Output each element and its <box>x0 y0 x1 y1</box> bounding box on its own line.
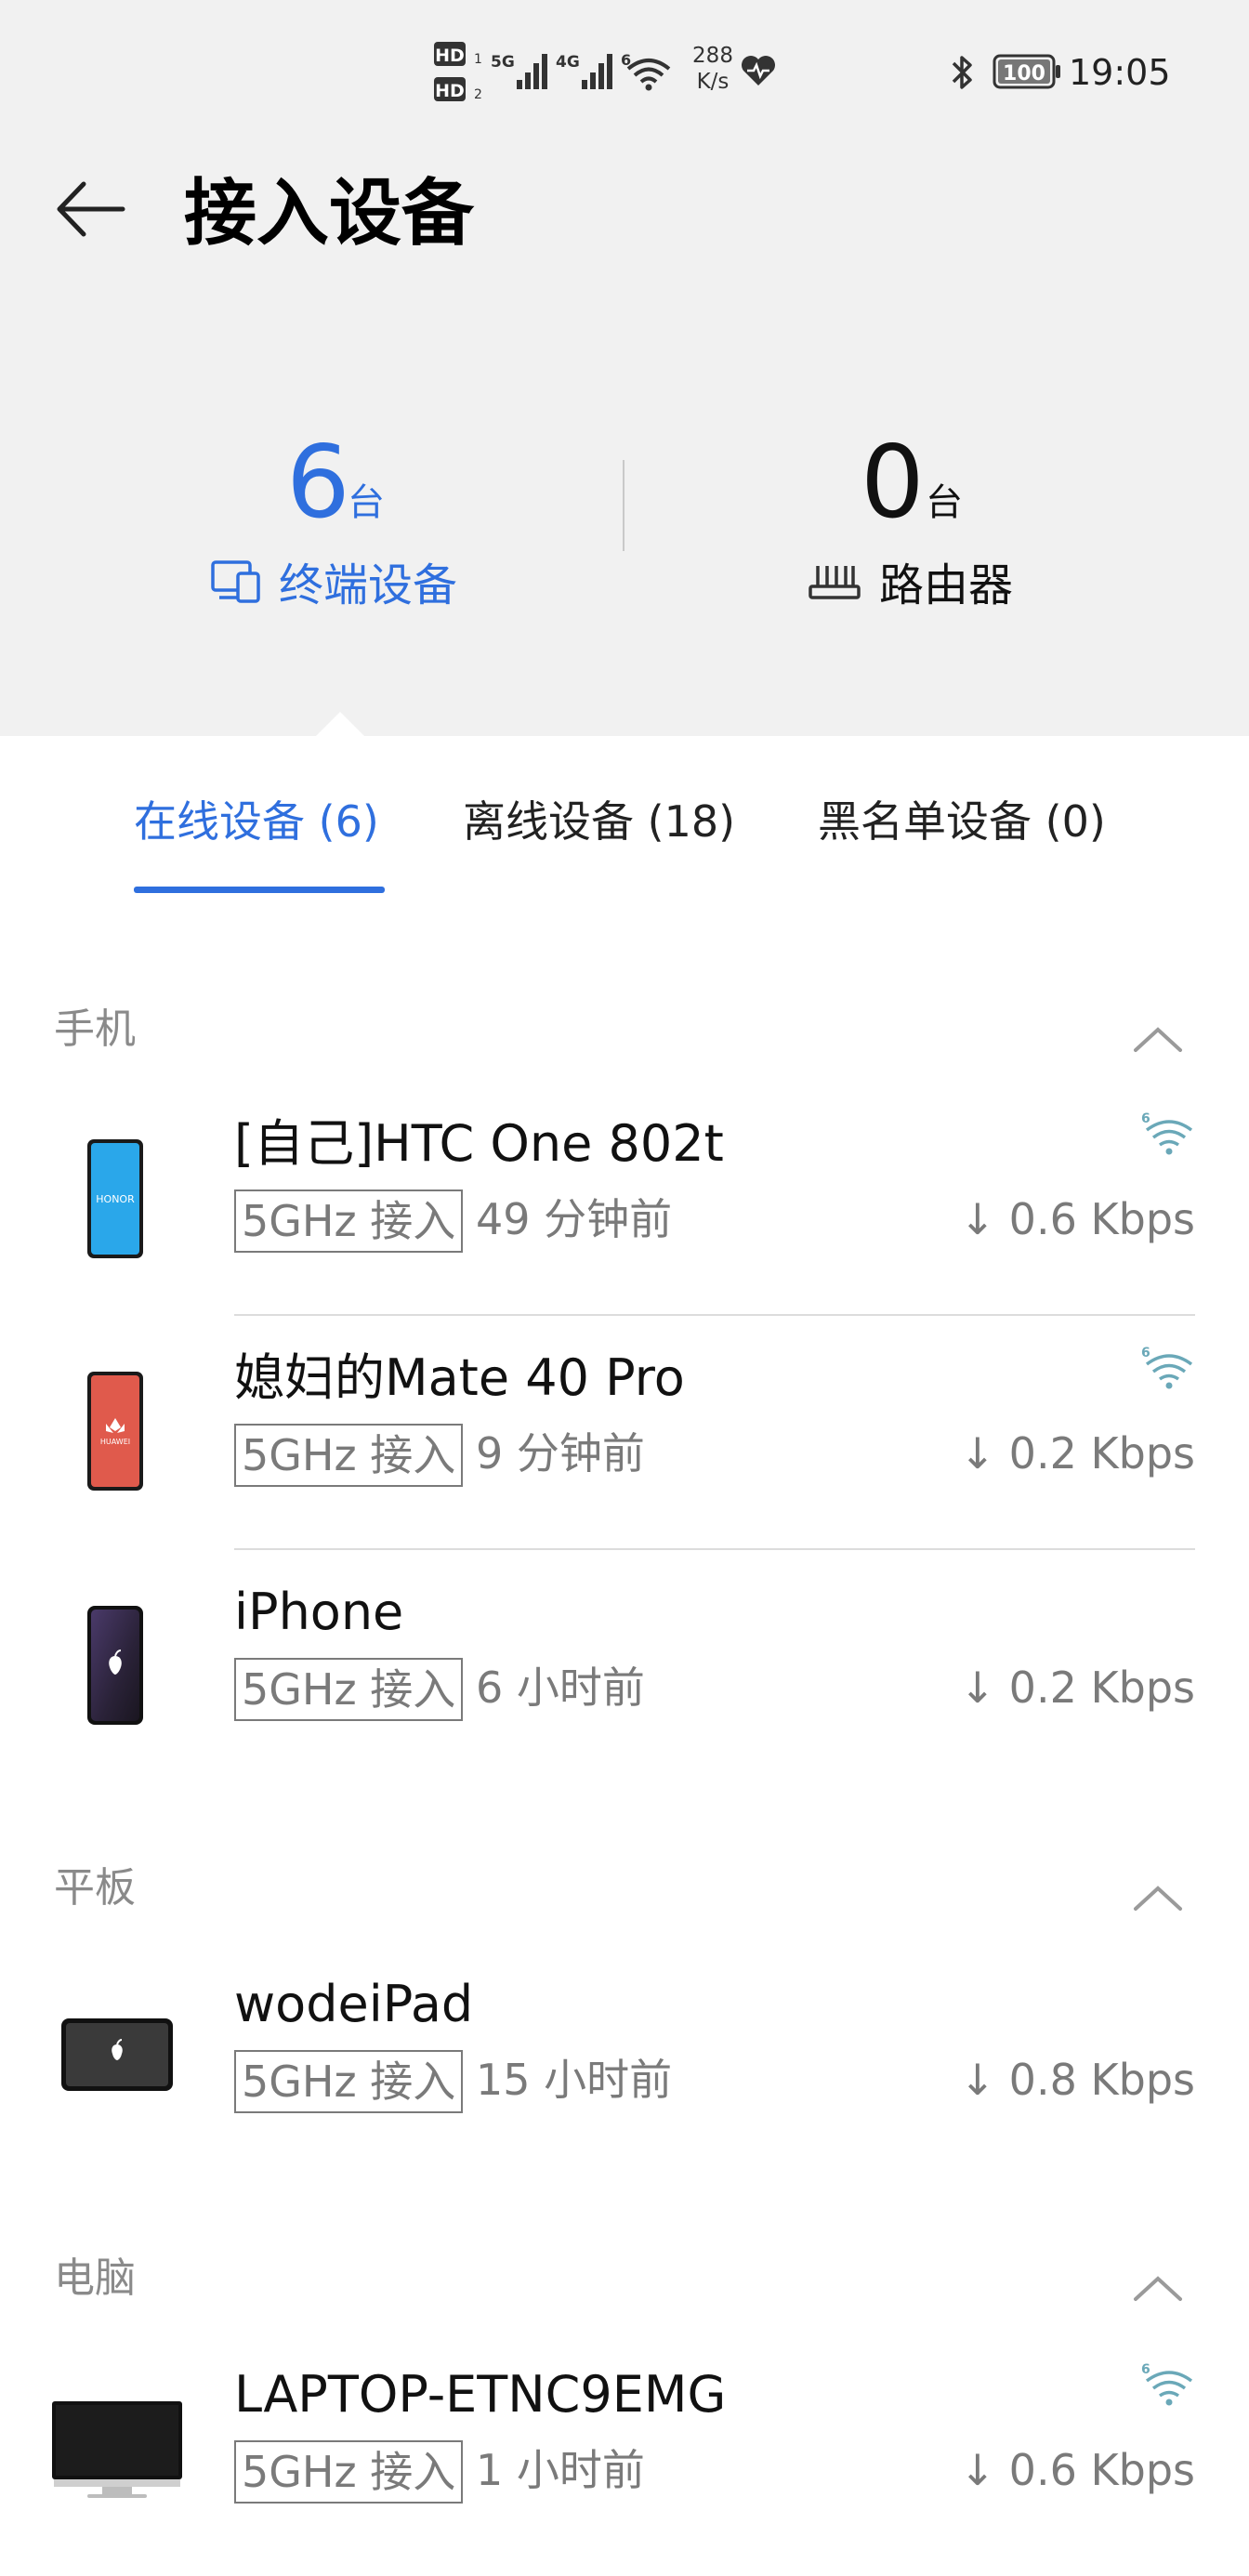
svg-text:HONOR: HONOR <box>96 1193 135 1205</box>
terminal-count: 6 <box>286 425 350 541</box>
chevron-up-icon <box>1134 1027 1182 1052</box>
page-title: 接入设备 <box>184 172 475 256</box>
stats-divider <box>623 460 624 551</box>
device-name: LAPTOP-ETNC9EMG <box>234 2365 727 2424</box>
section-title-computer: 电脑 <box>54 2254 136 2302</box>
router-label: 路由器 <box>879 559 1014 611</box>
ipad-image <box>59 2017 175 2096</box>
svg-text:6: 6 <box>1141 1111 1150 1126</box>
wifi6-icon: 6 <box>1141 1344 1193 1392</box>
device-name: wodeiPad <box>234 1975 474 2033</box>
heart-icon <box>740 54 777 91</box>
download-speed: ↓ 0.6 Kbps <box>959 1194 1195 1244</box>
band-badge: 5GHz 接入 <box>234 2050 464 2113</box>
router-stat[interactable]: 0 台 路由器 <box>651 409 1171 623</box>
row-divider <box>234 1314 1195 1316</box>
svg-text:HD: HD <box>435 46 465 66</box>
download-speed: ↓ 0.8 Kbps <box>959 2055 1195 2105</box>
active-tab-indicator <box>134 887 385 893</box>
monitor-image <box>50 2399 184 2504</box>
device-row[interactable]: HONOR [自己]HTC One 802t 5GHz 接入 49 分钟前 ↓ … <box>0 1084 1249 1318</box>
section-title-tablet: 平板 <box>54 1864 136 1912</box>
section-title-phone: 手机 <box>54 1005 136 1053</box>
hd1-indicator: HD 1 <box>433 41 483 72</box>
band-badge: 5GHz 接入 <box>234 2440 464 2504</box>
download-speed: ↓ 0.2 Kbps <box>959 1663 1195 1713</box>
huawei-phone-image: HUAWEI <box>85 1370 145 1496</box>
chevron-up-icon <box>1134 1886 1182 1911</box>
router-icon <box>809 566 861 599</box>
tab-pointer <box>314 712 366 738</box>
collapse-computer-button[interactable] <box>1130 2269 1186 2307</box>
battery-icon: 100 <box>993 54 1061 93</box>
last-seen: 49 分钟前 <box>476 1194 673 1244</box>
wifi6-icon: 6 <box>1141 2360 1193 2409</box>
device-row[interactable]: LAPTOP-ETNC9EMG 5GHz 接入 1 小时前 ↓ 0.6 Kbps… <box>0 2333 1249 2567</box>
terminal-devices-stat[interactable]: 6 台 终端设备 <box>102 409 623 623</box>
honor-phone-image: HONOR <box>85 1137 145 1264</box>
collapse-tablet-button[interactable] <box>1130 1879 1186 1916</box>
device-name: 媳妇的Mate 40 Pro <box>234 1348 685 1407</box>
terminal-devices-icon <box>211 560 260 603</box>
status-bar: HD 1 HD 2 5G 4G 6 288 K/s 100 19:05 <box>0 0 1249 149</box>
last-seen: 1 小时前 <box>476 2445 645 2495</box>
signal-5g-icon: 5G <box>491 50 548 95</box>
last-seen: 15 小时前 <box>476 2055 673 2105</box>
device-row[interactable]: iPhone 5GHz 接入 6 小时前 ↓ 0.2 Kbps <box>0 1552 1249 1786</box>
download-speed: ↓ 0.6 Kbps <box>959 2445 1195 2495</box>
signal-4g-icon: 4G <box>556 50 613 95</box>
terminal-unit: 台 <box>348 481 385 524</box>
tab-offline[interactable]: 离线设备 (18) <box>463 784 735 859</box>
svg-text:2: 2 <box>474 87 482 102</box>
row-divider <box>234 1548 1195 1550</box>
svg-text:100: 100 <box>1003 62 1045 85</box>
router-unit: 台 <box>926 481 963 524</box>
svg-text:4G: 4G <box>556 53 580 72</box>
collapse-phone-button[interactable] <box>1130 1020 1186 1058</box>
hd2-indicator: HD 2 <box>433 76 483 108</box>
chevron-up-icon <box>1134 2276 1182 2301</box>
svg-text:HD: HD <box>435 81 465 101</box>
download-speed: ↓ 0.2 Kbps <box>959 1428 1195 1479</box>
wifi-status-icon: 6 <box>621 50 673 95</box>
tab-bar: 在线设备 (6) 离线设备 (18) 黑名单设备 (0) <box>0 736 1249 894</box>
tab-online[interactable]: 在线设备 (6) <box>134 784 379 859</box>
device-row[interactable]: HUAWEI 媳妇的Mate 40 Pro 5GHz 接入 9 分钟前 ↓ 0.… <box>0 1318 1249 1552</box>
svg-text:5G: 5G <box>491 53 515 72</box>
band-badge: 5GHz 接入 <box>234 1424 464 1487</box>
wifi6-icon: 6 <box>1141 1110 1193 1158</box>
svg-text:6: 6 <box>1141 2362 1150 2377</box>
iphone-image <box>85 1604 145 1730</box>
device-name: [自己]HTC One 802t <box>234 1114 724 1173</box>
svg-text:HUAWEI: HUAWEI <box>100 1438 130 1446</box>
device-row[interactable]: wodeiPad 5GHz 接入 15 小时前 ↓ 0.8 Kbps <box>0 1942 1249 2176</box>
terminal-label: 终端设备 <box>279 559 458 611</box>
clock: 19:05 <box>1069 52 1171 93</box>
last-seen: 6 小时前 <box>476 1663 645 1713</box>
router-count: 0 <box>861 425 925 541</box>
network-speed: 288 K/s <box>692 44 733 94</box>
last-seen: 9 分钟前 <box>476 1428 645 1479</box>
device-name: iPhone <box>234 1583 404 1641</box>
band-badge: 5GHz 接入 <box>234 1189 464 1253</box>
back-button[interactable] <box>48 165 138 255</box>
svg-text:6: 6 <box>1141 1346 1150 1360</box>
svg-text:1: 1 <box>474 52 482 67</box>
tab-blacklist[interactable]: 黑名单设备 (0) <box>818 784 1106 859</box>
band-badge: 5GHz 接入 <box>234 1658 464 1721</box>
bluetooth-icon <box>946 52 979 97</box>
arrow-left-icon <box>57 181 125 237</box>
